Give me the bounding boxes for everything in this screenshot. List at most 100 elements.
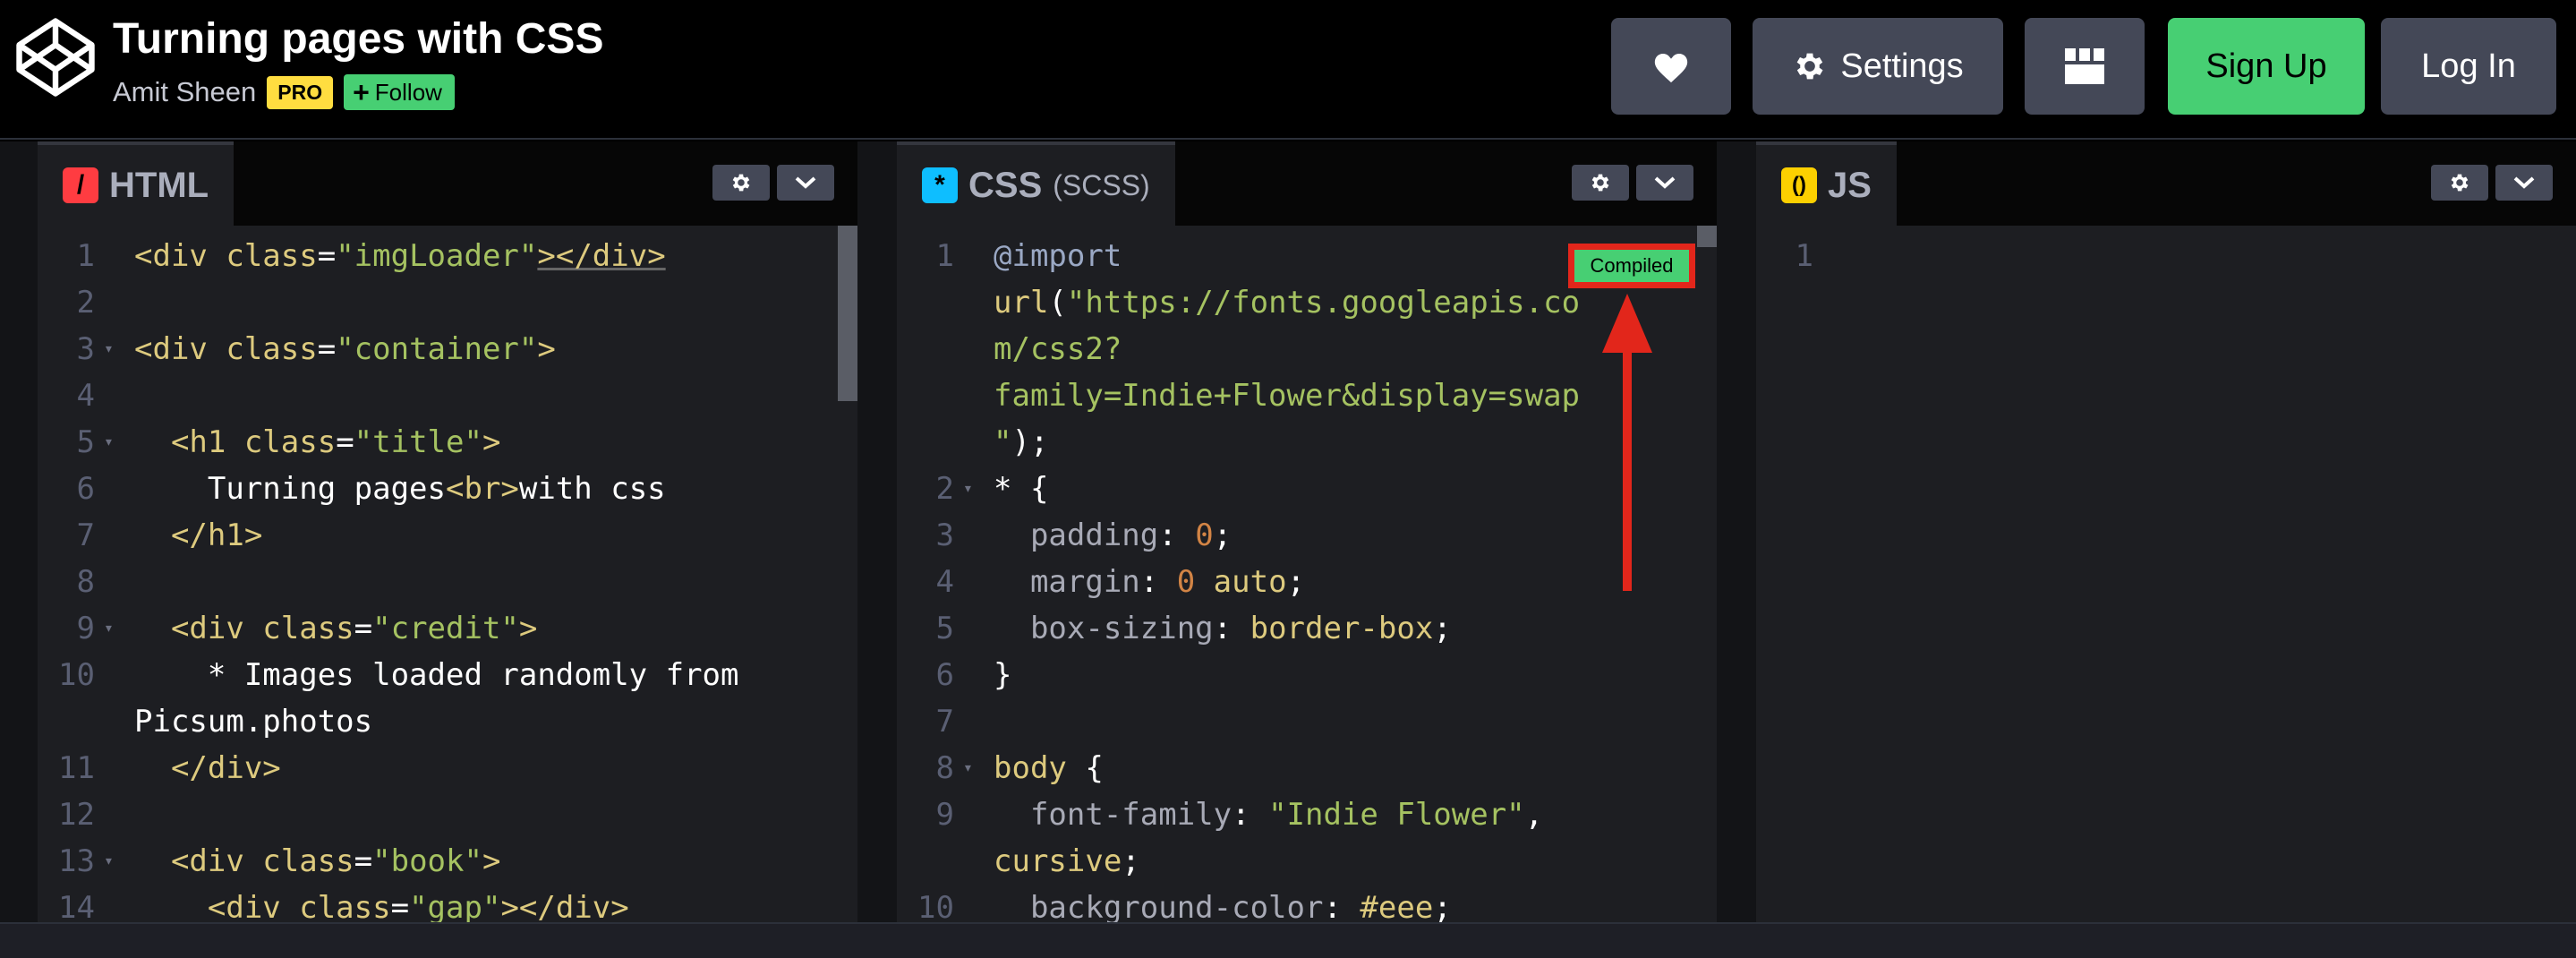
code-token: * { (994, 471, 1049, 507)
code-token: * Images loaded randomly from (134, 657, 739, 693)
login-button[interactable]: Log In (2381, 18, 2556, 115)
line-number: 10 (917, 890, 954, 922)
css-settings-button[interactable] (1572, 165, 1629, 201)
code-text: <div class="container"> (134, 326, 556, 372)
code-text: </div> (134, 745, 281, 791)
code-text: cursive; (994, 838, 1140, 885)
author-link[interactable]: Amit Sheen (113, 76, 256, 108)
code-token: > (482, 843, 501, 879)
code-token: padding (994, 517, 1159, 553)
resize-handle-html-css[interactable] (857, 141, 897, 922)
js-settings-button[interactable] (2431, 165, 2488, 201)
html-code-editor[interactable]: 1 <div class="imgLoader"></div> 2 3 ▾ <div cl… (38, 226, 857, 922)
css-code-editor[interactable]: 1 @import url("https://fonts.googleapis.co… (897, 226, 1717, 922)
gear-icon (732, 174, 750, 192)
plus-icon: + (353, 76, 370, 108)
code-text: family=Indie+Flower&display=swap (994, 372, 1580, 419)
line-number: 1 (76, 238, 95, 274)
code-token: #eee (1360, 890, 1434, 922)
line-number: 2 (935, 471, 954, 507)
code-token: class (262, 611, 354, 646)
settings-label: Settings (1840, 47, 1964, 85)
html-icon: / (63, 167, 98, 203)
compiled-badge-highlight: Compiled (1568, 244, 1695, 288)
codepen-logo-icon[interactable] (14, 16, 97, 98)
code-token: ; (1286, 564, 1306, 600)
fold-arrow-icon[interactable]: ▾ (104, 419, 114, 466)
code-text: * Images loaded randomly from (134, 652, 739, 698)
follow-button[interactable]: + Follow (344, 74, 455, 110)
js-collapse-button[interactable] (2495, 165, 2553, 201)
fold-arrow-icon[interactable]: ▾ (104, 326, 114, 372)
change-view-button[interactable] (2025, 18, 2145, 115)
line-number: 14 (58, 890, 95, 922)
html-collapse-button[interactable] (777, 165, 834, 201)
code-token: "container" (336, 331, 538, 367)
js-pane-controls (2431, 165, 2553, 201)
code-token: @import (994, 238, 1122, 274)
line-number: 9 (76, 611, 95, 646)
fold-arrow-icon[interactable]: ▾ (104, 838, 114, 885)
code-text: <div class="gap"></div> (134, 885, 629, 922)
css-preprocessor-label: (SCSS) (1053, 168, 1150, 201)
code-token: <div (134, 238, 226, 274)
code-token: with css (518, 471, 666, 507)
chevron-down-icon (1654, 176, 1676, 189)
gear-icon (2451, 174, 2469, 192)
code-token: "https://fonts.googleapis.co (1066, 285, 1581, 321)
compiled-badge[interactable]: Compiled (1574, 250, 1689, 282)
chevron-down-icon (2513, 176, 2535, 189)
html-scrollbar[interactable] (838, 226, 857, 922)
code-token: ( (1048, 285, 1067, 321)
html-pane-header: / HTML (38, 141, 857, 226)
line-number: 3 (76, 331, 95, 367)
love-button[interactable] (1611, 18, 1731, 115)
fold-arrow-icon[interactable]: ▾ (104, 605, 114, 652)
css-scroll-thumb[interactable] (1697, 226, 1717, 247)
line-number: 5 (76, 424, 95, 460)
html-scroll-thumb[interactable] (838, 226, 857, 401)
fold-arrow-icon[interactable]: ▾ (963, 466, 973, 512)
code-token: background-color (994, 890, 1324, 922)
settings-button[interactable]: Settings (1753, 18, 2003, 115)
line-number: 8 (935, 750, 954, 786)
fold-arrow-icon[interactable]: ▾ (963, 745, 973, 791)
code-text: } (994, 652, 1011, 698)
code-text: <h1 class="title"> (134, 419, 501, 466)
resize-handle-css-js[interactable] (1717, 141, 1756, 922)
code-token: ; (1433, 890, 1452, 922)
css-scrollbar[interactable] (1697, 226, 1717, 922)
gear-icon (1591, 174, 1609, 192)
tab-js[interactable]: () JS (1756, 141, 1897, 226)
code-token: = (336, 424, 354, 460)
tab-html[interactable]: / HTML (38, 141, 235, 226)
line-number: 6 (935, 657, 954, 693)
pro-badge: PRO (267, 75, 334, 109)
code-token: { (1066, 750, 1104, 786)
tab-css[interactable]: * CSS (SCSS) (897, 141, 1175, 226)
code-token: ; (1433, 611, 1452, 646)
footer-bar (0, 922, 2576, 958)
code-text: Picsum.photos (134, 698, 372, 745)
author-row: Amit Sheen PRO + Follow (113, 73, 455, 111)
code-token: "Indie Flower" (1268, 797, 1525, 833)
css-collapse-button[interactable] (1636, 165, 1693, 201)
code-text: box-sizing: border-box; (994, 605, 1452, 652)
js-code-editor[interactable]: 1 (1756, 226, 2576, 922)
line-number: 1 (935, 238, 954, 274)
code-token: m/css2? (994, 331, 1122, 367)
code-token: <div (134, 611, 263, 646)
code-text: @import (994, 233, 1122, 279)
code-text: url("https://fonts.googleapis.co (994, 279, 1580, 326)
code-token: "gap" (409, 890, 501, 922)
code-token: ; (1213, 517, 1233, 553)
html-settings-button[interactable] (712, 165, 770, 201)
line-number: 3 (935, 517, 954, 553)
header-bar: Turning pages with CSS Amit Sheen PRO + … (0, 0, 2576, 140)
code-token: <br> (446, 471, 519, 507)
left-gutter (0, 141, 38, 922)
code-token: "credit" (372, 611, 519, 646)
code-token: : (1213, 611, 1250, 646)
signup-button[interactable]: Sign Up (2168, 18, 2365, 115)
code-token: <div (134, 843, 263, 879)
